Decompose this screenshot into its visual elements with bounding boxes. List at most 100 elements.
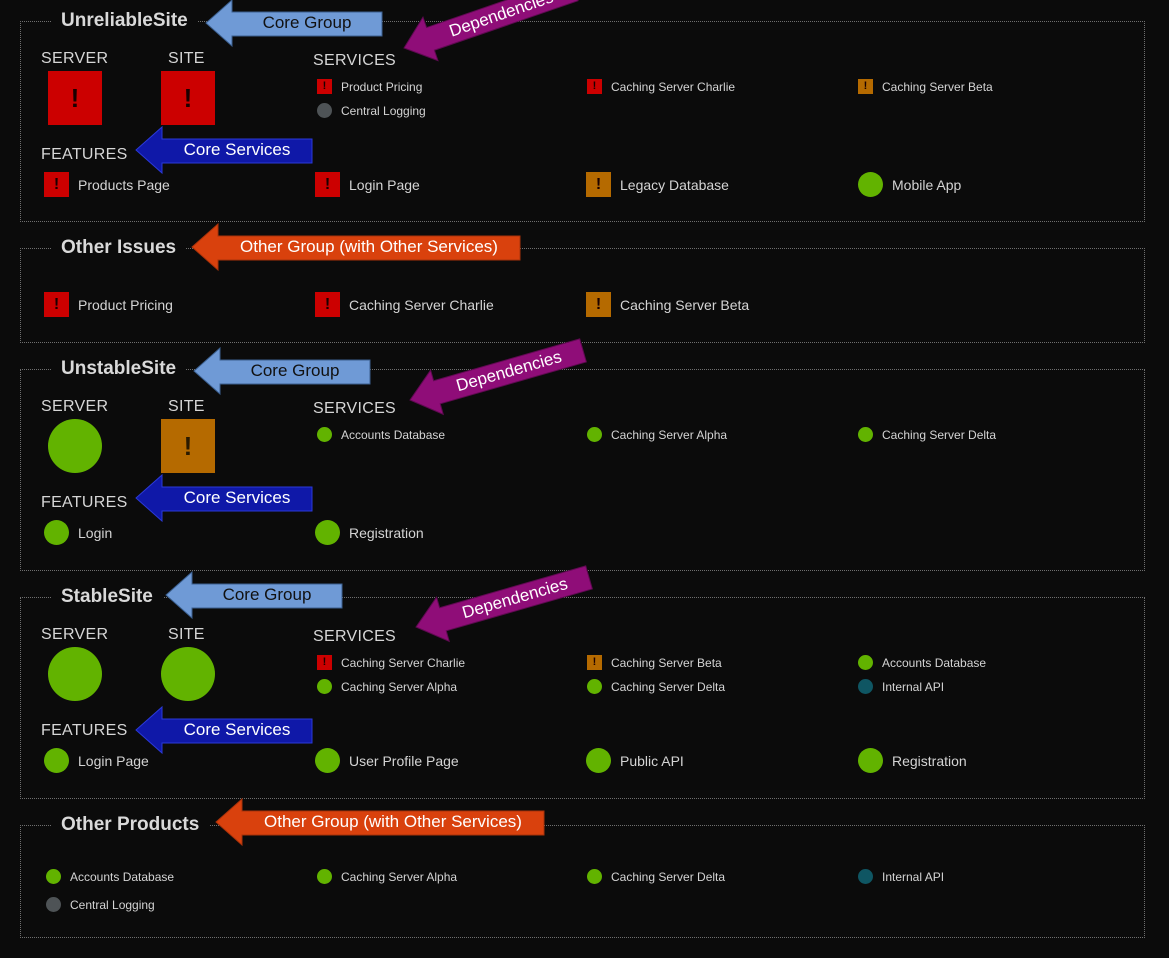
- service-name: Caching Server Delta: [611, 679, 726, 694]
- site-status-ok[interactable]: [161, 647, 215, 701]
- server-status-error[interactable]: !: [48, 71, 102, 125]
- feature-item[interactable]: User Profile Page: [315, 748, 459, 773]
- service-item[interactable]: Caching Server Delta: [587, 679, 725, 694]
- feature-item[interactable]: Registration: [858, 748, 967, 773]
- service-name: Internal API: [882, 679, 945, 694]
- status-dot-icon: [586, 748, 611, 773]
- status-dot-icon: [315, 520, 340, 545]
- feature-name: Login: [78, 524, 113, 541]
- service-name: Caching Server Charlie: [611, 79, 736, 94]
- status-dot-icon: [858, 748, 883, 773]
- service-name: Product Pricing: [341, 79, 423, 94]
- server-status-ok[interactable]: [48, 647, 102, 701]
- annotation-core-services: Core Services: [135, 705, 313, 755]
- error-icon: !: [317, 655, 332, 670]
- error-icon: !: [44, 172, 69, 197]
- services-label: SERVICES: [313, 628, 397, 645]
- feature-item[interactable]: Public API: [586, 748, 684, 773]
- site-status-warning[interactable]: !: [161, 419, 215, 473]
- annotation-core-group: Core Group: [193, 346, 371, 396]
- annotation-other-group: Other Group (with Other Services): [215, 797, 545, 847]
- service-item[interactable]: Caching Server Alpha: [587, 427, 727, 442]
- feature-item[interactable]: Registration: [315, 520, 424, 545]
- status-dot-icon: [858, 869, 873, 884]
- status-dot-icon: [317, 869, 332, 884]
- server-status-ok[interactable]: [48, 419, 102, 473]
- status-dot-icon: [587, 679, 602, 694]
- feature-item[interactable]: ! Login Page: [315, 172, 420, 197]
- status-dot-icon: [858, 427, 873, 442]
- service-item[interactable]: Accounts Database: [858, 655, 986, 670]
- annotation-text: Core Group: [250, 361, 340, 380]
- status-dot-icon: [317, 103, 332, 118]
- item-name: Caching Server Beta: [620, 296, 750, 313]
- warning-icon: !: [587, 655, 602, 670]
- status-dot-icon: [317, 679, 332, 694]
- services-label: SERVICES: [313, 400, 397, 417]
- status-dot-icon: [44, 748, 69, 773]
- group-title: UnstableSite: [51, 357, 187, 381]
- item-name: Caching Server Delta: [611, 869, 726, 884]
- service-item[interactable]: Caching Server Alpha: [317, 679, 457, 694]
- status-dot-icon: [46, 869, 61, 884]
- annotation-text: Core Group: [262, 13, 352, 32]
- error-icon: !: [317, 79, 332, 94]
- error-icon: !: [315, 292, 340, 317]
- feature-name: Mobile App: [892, 176, 962, 193]
- service-name: Caching Server Beta: [611, 655, 722, 670]
- service-name: Caching Server Charlie: [341, 655, 466, 670]
- status-dot-icon: [587, 427, 602, 442]
- site-status-error[interactable]: !: [161, 71, 215, 125]
- feature-item[interactable]: Login: [44, 520, 112, 545]
- feature-name: Login Page: [349, 176, 420, 193]
- list-item[interactable]: Central Logging: [46, 897, 155, 912]
- status-dot-icon: [44, 520, 69, 545]
- feature-item[interactable]: ! Products Page: [44, 172, 170, 197]
- list-item[interactable]: ! Caching Server Beta: [586, 292, 749, 317]
- service-item[interactable]: ! Product Pricing: [317, 79, 422, 94]
- feature-name: Registration: [349, 524, 424, 541]
- list-item[interactable]: Accounts Database: [46, 869, 174, 884]
- site-label: SITE: [168, 50, 205, 67]
- group-unstablesite: UnstableSite SERVER SITE SERVICES ! Acco…: [20, 357, 1145, 571]
- service-item[interactable]: ! Caching Server Beta: [858, 79, 993, 94]
- status-dot-icon: [858, 679, 873, 694]
- alert-icon: !: [70, 83, 80, 113]
- feature-item[interactable]: Mobile App: [858, 172, 961, 197]
- service-item[interactable]: Central Logging: [317, 103, 426, 118]
- service-item[interactable]: Internal API: [858, 679, 944, 694]
- error-icon: !: [587, 79, 602, 94]
- annotation-core-services: Core Services: [135, 125, 313, 175]
- annotation-text: Core Services: [183, 488, 291, 507]
- alert-icon: !: [183, 83, 193, 113]
- site-label: SITE: [168, 626, 205, 643]
- list-item[interactable]: Caching Server Alpha: [317, 869, 457, 884]
- annotation-core-services: Core Services: [135, 473, 313, 523]
- warning-icon: !: [586, 292, 611, 317]
- warning-icon: !: [586, 172, 611, 197]
- list-item[interactable]: Internal API: [858, 869, 944, 884]
- service-item[interactable]: ! Caching Server Charlie: [587, 79, 735, 94]
- item-name: Product Pricing: [78, 296, 173, 313]
- status-dot-icon: [858, 172, 883, 197]
- service-item[interactable]: Caching Server Delta: [858, 427, 996, 442]
- group-title: UnreliableSite: [51, 9, 198, 33]
- service-item[interactable]: Accounts Database: [317, 427, 445, 442]
- warning-icon: !: [858, 79, 873, 94]
- error-icon: !: [44, 292, 69, 317]
- list-item[interactable]: ! Product Pricing: [44, 292, 173, 317]
- service-item[interactable]: ! Caching Server Beta: [587, 655, 722, 670]
- status-dot-icon: [46, 897, 61, 912]
- annotation-core-group: Core Group: [165, 570, 343, 620]
- service-item[interactable]: ! Caching Server Charlie: [317, 655, 465, 670]
- list-item[interactable]: ! Caching Server Charlie: [315, 292, 494, 317]
- feature-item[interactable]: ! Legacy Database: [586, 172, 729, 197]
- features-label: FEATURES: [41, 494, 128, 511]
- annotation-text: Core Services: [183, 720, 291, 739]
- item-name: Accounts Database: [70, 869, 175, 884]
- feature-name: Login Page: [78, 752, 149, 769]
- feature-item[interactable]: Login Page: [44, 748, 149, 773]
- service-name: Accounts Database: [882, 655, 987, 670]
- features-label: FEATURES: [41, 722, 128, 739]
- list-item[interactable]: Caching Server Delta: [587, 869, 725, 884]
